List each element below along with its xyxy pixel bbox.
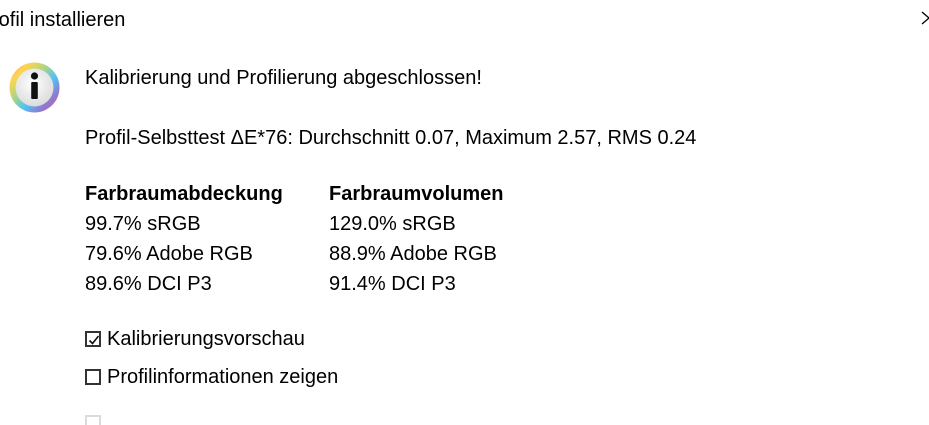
- dialog-heading: Kalibrierung und Profilierung abgeschlos…: [85, 67, 482, 89]
- calibration-preview-checkbox[interactable]: [85, 331, 101, 347]
- volume-adobe-rgb: 88.9% Adobe RGB: [329, 243, 497, 265]
- dialog-content: Kalibrierung und Profilierung abgeschlos…: [85, 0, 915, 425]
- install-profile-dialog: rofil installieren Kalibrierung und Prof…: [0, 0, 929, 425]
- info-icon: [8, 61, 61, 114]
- show-profile-info-checkbox[interactable]: [85, 369, 101, 385]
- disabled-option: [85, 415, 107, 425]
- close-icon[interactable]: [920, 10, 929, 26]
- volume-srgb: 129.0% sRGB: [329, 213, 456, 235]
- coverage-dci-p3: 89.6% DCI P3: [85, 273, 212, 295]
- calibration-preview-option[interactable]: Kalibrierungsvorschau: [85, 327, 305, 351]
- disabled-checkbox: [85, 415, 101, 425]
- profile-selftest-text: Profil-Selbsttest ΔE*76: Durchschnitt 0.…: [85, 127, 697, 149]
- volume-column: Farbraumvolumen 129.0% sRGB 88.9% Adobe …: [329, 182, 503, 302]
- coverage-srgb: 99.7% sRGB: [85, 213, 201, 235]
- calibration-preview-label: Kalibrierungsvorschau: [107, 328, 305, 350]
- coverage-title: Farbraumabdeckung: [85, 183, 283, 205]
- volume-dci-p3: 91.4% DCI P3: [329, 273, 456, 295]
- coverage-adobe-rgb: 79.6% Adobe RGB: [85, 243, 253, 265]
- volume-title: Farbraumvolumen: [329, 183, 504, 205]
- show-profile-info-option[interactable]: Profilinformationen zeigen: [85, 365, 338, 389]
- coverage-column: Farbraumabdeckung 99.7% sRGB 79.6% Adobe…: [85, 182, 283, 302]
- show-profile-info-label: Profilinformationen zeigen: [107, 366, 339, 388]
